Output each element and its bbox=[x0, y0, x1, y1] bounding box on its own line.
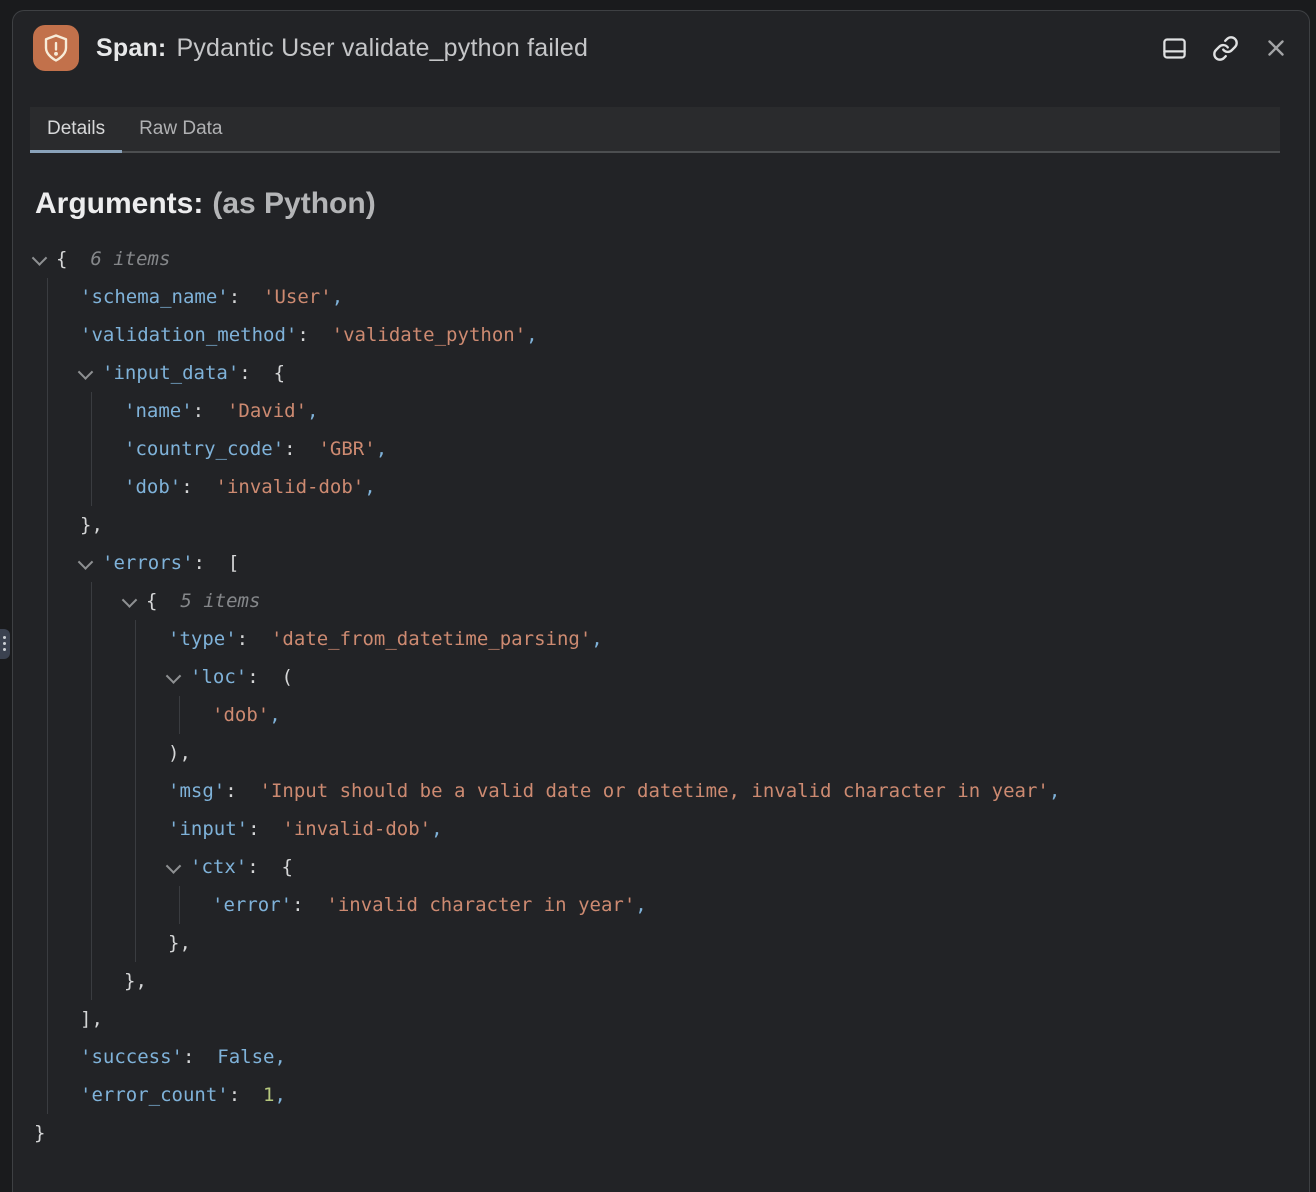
panel-title: Span: Pydantic User validate_python fail… bbox=[96, 11, 588, 85]
tree-line: 'validation_method': 'validate_python', bbox=[13, 316, 1309, 354]
tree-line: }, bbox=[13, 924, 1309, 962]
panel-bottom-icon bbox=[1161, 35, 1188, 62]
tree-line: 'error_count': 1, bbox=[13, 1076, 1309, 1114]
tree-line: 'country_code': 'GBR', bbox=[13, 430, 1309, 468]
header-actions bbox=[1159, 11, 1291, 85]
tree-line: 'errors': [ bbox=[13, 544, 1309, 582]
tree-line: 'msg': 'Input should be a valid date or … bbox=[13, 772, 1309, 810]
shield-alert-icon bbox=[33, 25, 79, 71]
close-button[interactable] bbox=[1261, 33, 1291, 63]
tree-line: 'schema_name': 'User', bbox=[13, 278, 1309, 316]
link-icon bbox=[1212, 35, 1239, 62]
tree-line: 'dob': 'invalid-dob', bbox=[13, 468, 1309, 506]
tree-line: 'success': False, bbox=[13, 1038, 1309, 1076]
collapse-chevron-icon[interactable] bbox=[80, 365, 102, 381]
arguments-heading-bold: Arguments: bbox=[35, 187, 203, 220]
collapse-chevron-icon[interactable] bbox=[34, 251, 56, 267]
tree-line: }, bbox=[13, 506, 1309, 544]
collapse-chevron-icon[interactable] bbox=[168, 669, 190, 685]
tree-line: 'name': 'David', bbox=[13, 392, 1309, 430]
tree-line: ), bbox=[13, 734, 1309, 772]
collapse-chevron-icon[interactable] bbox=[80, 555, 102, 571]
tab-details-label: Details bbox=[47, 118, 105, 140]
arguments-heading: Arguments: (as Python) bbox=[35, 187, 376, 221]
arguments-json-tree: { 6 items'schema_name': 'User','validati… bbox=[13, 240, 1309, 1152]
collapse-chevron-icon[interactable] bbox=[168, 859, 190, 875]
panel-header: Span: Pydantic User validate_python fail… bbox=[13, 11, 1309, 107]
tree-line: 'loc': ( bbox=[13, 658, 1309, 696]
tab-raw-data[interactable]: Raw Data bbox=[122, 107, 239, 151]
tree-line: 'dob', bbox=[13, 696, 1309, 734]
tree-line: 'input_data': { bbox=[13, 354, 1309, 392]
tree-line: 'input': 'invalid-dob', bbox=[13, 810, 1309, 848]
arguments-heading-light: (as Python) bbox=[212, 187, 375, 220]
copy-link-button[interactable] bbox=[1210, 33, 1240, 63]
tab-raw-data-label: Raw Data bbox=[139, 118, 222, 140]
tree-line: }, bbox=[13, 962, 1309, 1000]
span-kind-label: Span: bbox=[96, 34, 166, 63]
close-icon bbox=[1263, 35, 1289, 61]
tree-line: } bbox=[13, 1114, 1309, 1152]
tree-line: 'error': 'invalid character in year', bbox=[13, 886, 1309, 924]
panel-resize-handle[interactable] bbox=[0, 629, 10, 659]
tabbar: Details Raw Data bbox=[30, 107, 1280, 153]
tree-line: 'ctx': { bbox=[13, 848, 1309, 886]
tree-line: { 5 items bbox=[13, 582, 1309, 620]
tree-line: 'type': 'date_from_datetime_parsing', bbox=[13, 620, 1309, 658]
tab-details[interactable]: Details bbox=[30, 107, 122, 151]
span-title-text: Pydantic User validate_python failed bbox=[176, 34, 588, 63]
tree-line: { 6 items bbox=[13, 240, 1309, 278]
tree-line: ], bbox=[13, 1000, 1309, 1038]
span-detail-panel: Span: Pydantic User validate_python fail… bbox=[12, 10, 1310, 1192]
dock-panel-button[interactable] bbox=[1159, 33, 1189, 63]
collapse-chevron-icon[interactable] bbox=[124, 593, 146, 609]
